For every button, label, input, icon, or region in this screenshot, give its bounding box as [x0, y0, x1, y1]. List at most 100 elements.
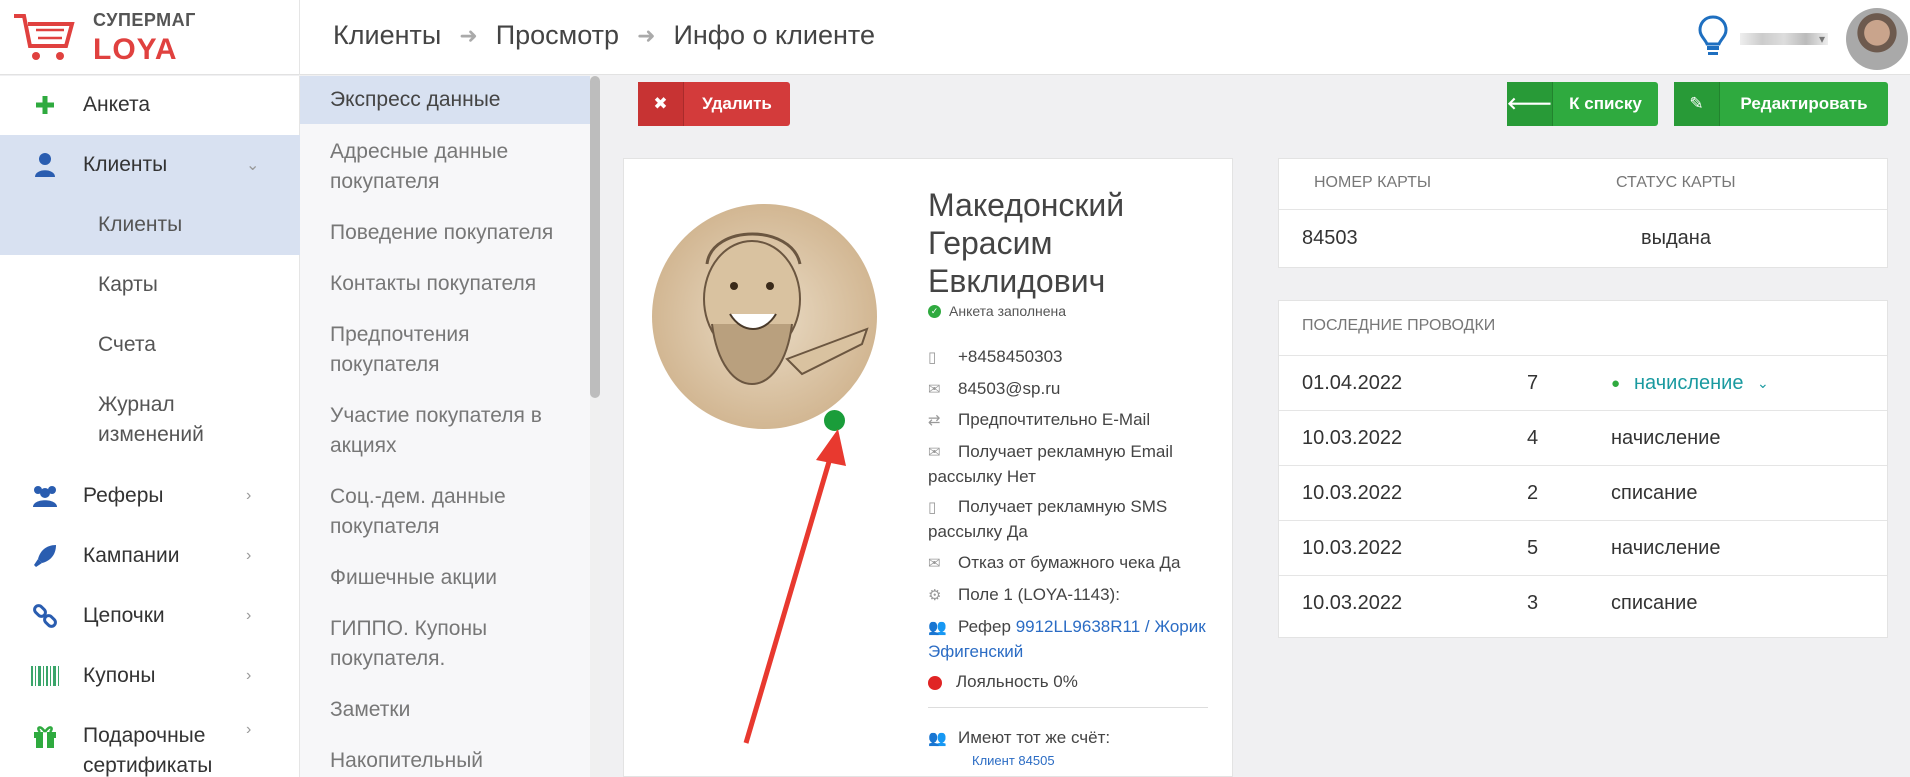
subnav-item-sociodemographic[interactable]: Соц.-дем. данные покупателя — [330, 482, 580, 542]
table-row[interactable]: 10.03.2022 3 списание — [1279, 575, 1887, 630]
sidebar-item-campaigns[interactable]: Кампании › — [0, 541, 300, 571]
back-to-list-button[interactable]: 🡐 К списку — [1507, 82, 1658, 126]
sidebar-item-label: Цепочки — [83, 604, 165, 627]
client-sections-nav: Экспресс данные Адресные данные покупате… — [300, 76, 600, 777]
users-icon — [30, 481, 60, 511]
recent-transactions-panel: ПОСЛЕДНИЕ ПРОВОДКИ 01.04.2022 7 ● начисл… — [1278, 300, 1888, 638]
subnav-item-promotions[interactable]: Участие покупателя в акциях — [330, 401, 580, 461]
arrow-right-icon: ➜ — [459, 22, 478, 48]
red-dot-icon — [928, 675, 942, 690]
sidebar-item-questionnaire[interactable]: Анкета — [0, 90, 300, 120]
sidebar-item-label: Реферы — [83, 484, 164, 507]
arrow-right-icon: ➜ — [637, 22, 656, 48]
table-row[interactable]: 01.04.2022 7 ● начисление ⌄ — [1279, 355, 1887, 410]
arrow-left-icon: 🡐 — [1507, 82, 1553, 126]
table-row[interactable]: 10.03.2022 5 начисление — [1279, 520, 1887, 575]
same-account-row: 👥 Имеют тот же счёт: — [928, 726, 1218, 751]
user-icon: ● — [1611, 375, 1621, 392]
edit-button[interactable]: ✎ Редактировать — [1674, 82, 1888, 126]
chevron-down-icon[interactable]: ⌄ — [1757, 375, 1769, 392]
questionnaire-status: ✓ Анкета заполнена — [928, 303, 1066, 319]
sidebar-item-gift-certificates[interactable]: Подарочные сертификаты › — [0, 721, 300, 777]
table-row[interactable]: 10.03.2022 2 списание — [1279, 465, 1887, 520]
delete-button[interactable]: ✖ Удалить — [638, 82, 790, 126]
transaction-type-dropdown[interactable]: начисление — [1634, 372, 1743, 395]
breadcrumb-item[interactable]: Просмотр — [496, 20, 619, 51]
close-icon: ✖ — [638, 82, 684, 126]
plus-icon — [30, 90, 60, 120]
subnav-item-chip-promotions[interactable]: Фишечные акции — [330, 563, 580, 593]
breadcrumb-item[interactable]: Клиенты — [333, 20, 441, 51]
subnav-item-gippo-coupons[interactable]: ГИППО. Купоны покупателя. — [330, 614, 580, 674]
sidebar-item-label: Купоны — [83, 664, 156, 687]
gear-icon: ⚙ — [928, 587, 942, 604]
users-icon: 👥 — [928, 730, 947, 747]
brand-logo[interactable]: СУПЕРМАГ LOYA — [0, 0, 300, 75]
users-icon: 👥 — [928, 619, 947, 636]
loyalty-row: Лояльность 0% — [928, 670, 1218, 694]
scrollbar-thumb[interactable] — [590, 76, 600, 398]
sidebar-item-coupons[interactable]: Купоны › — [0, 661, 300, 691]
field1-row: ⚙ Поле 1 (LOYA-1143): — [928, 583, 1218, 608]
same-account-client-link[interactable]: Клиент 84505 — [972, 753, 1055, 768]
cart-logo-icon — [14, 14, 75, 60]
envelope-icon: ✉ — [928, 444, 941, 461]
email-ads-row: ✉ Получает рекламную Email рассылку Нет — [928, 442, 1173, 486]
sms-ads-row: ▯ Получает рекламную SMS рассылку Да — [928, 497, 1168, 541]
top-header: СУПЕРМАГ LOYA Клиенты ➜ Просмотр ➜ Инфо … — [0, 0, 1910, 75]
sidebar-subitem-changelog[interactable]: Журнал изменений — [0, 390, 260, 450]
rocket-icon — [30, 541, 60, 571]
avatar[interactable] — [1846, 8, 1908, 70]
referrer-row: 👥 Рефер 9912LL9638R11 / Жорик Эфигенский — [928, 617, 1206, 661]
divider — [1279, 209, 1887, 210]
sidebar-subitem-cards[interactable]: Карты — [0, 270, 300, 300]
subnav-item-preferences[interactable]: Предпочтения покупателя — [330, 320, 580, 380]
subnav-item-contacts[interactable]: Контакты покупателя — [330, 269, 580, 299]
subnav-item-address[interactable]: Адресные данные покупателя — [330, 137, 580, 197]
breadcrumb-item: Инфо о клиенте — [673, 20, 875, 50]
user-name-blurred[interactable] — [1740, 33, 1828, 45]
chevron-down-icon: ⌄ — [246, 157, 260, 174]
check-icon: ✓ — [928, 304, 941, 318]
card-number-header: НОМЕР КАРТЫ — [1314, 174, 1431, 191]
breadcrumb: Клиенты ➜ Просмотр ➜ Инфо о клиенте — [333, 20, 875, 51]
chain-icon — [30, 601, 60, 631]
table-row[interactable]: 10.03.2022 4 начисление — [1279, 410, 1887, 465]
online-status-dot — [822, 408, 847, 433]
client-photo — [652, 204, 877, 429]
chevron-right-icon: › — [246, 667, 252, 684]
envelope-icon: ✉ — [928, 381, 941, 398]
pencil-icon: ✎ — [1674, 82, 1720, 126]
sidebar-subitem-accounts[interactable]: Счета — [0, 330, 300, 360]
subnav-item-behavior[interactable]: Поведение покупателя — [330, 218, 580, 248]
sidebar: Анкета Клиенты ⌄ Клиенты Карты Счета Жур… — [0, 76, 300, 777]
sidebar-item-label: Клиенты — [83, 153, 168, 176]
sidebar-item-clients[interactable]: Клиенты ⌄ — [0, 150, 300, 180]
subnav-item-notes[interactable]: Заметки — [330, 695, 580, 725]
sidebar-subitem-clients[interactable]: Клиенты — [0, 210, 300, 240]
gift-icon — [30, 721, 60, 751]
chevron-down-icon[interactable]: ▾ — [1819, 32, 1825, 46]
sidebar-item-chains[interactable]: Цепочки › — [0, 601, 300, 631]
transactions-title: ПОСЛЕДНИЕ ПРОВОДКИ — [1302, 317, 1496, 334]
lightbulb-icon[interactable] — [1697, 14, 1729, 58]
divider — [928, 707, 1208, 708]
sidebar-item-label: Подарочные сертификаты — [83, 724, 213, 777]
mobile-icon: ▯ — [928, 499, 937, 516]
chevron-right-icon: › — [246, 721, 252, 738]
subnav-item-express[interactable]: Экспресс данные — [330, 85, 580, 115]
client-full-name: Македонский Герасим Евклидович — [928, 187, 1125, 299]
paper-receipt-row: ✉ Отказ от бумажного чека Да — [928, 551, 1218, 576]
chevron-right-icon: › — [246, 607, 252, 624]
exchange-icon: ⇄ — [928, 412, 941, 429]
subnav-item-cumulative[interactable]: Накопительный — [330, 746, 580, 776]
card-status-header: СТАТУС КАРТЫ — [1616, 174, 1736, 191]
card-info-panel: НОМЕР КАРТЫ СТАТУС КАРТЫ 84503 выдана — [1278, 158, 1888, 268]
sidebar-item-label: Кампании — [83, 544, 180, 567]
user-icon — [30, 150, 60, 180]
chevron-right-icon: › — [246, 487, 252, 504]
preferred-contact-row: ⇄ Предпочтительно E-Mail — [928, 408, 1218, 433]
sidebar-item-referrers[interactable]: Реферы › — [0, 481, 300, 511]
brand-name: СУПЕРМАГ — [93, 10, 196, 30]
card-status: выдана — [1641, 227, 1711, 249]
